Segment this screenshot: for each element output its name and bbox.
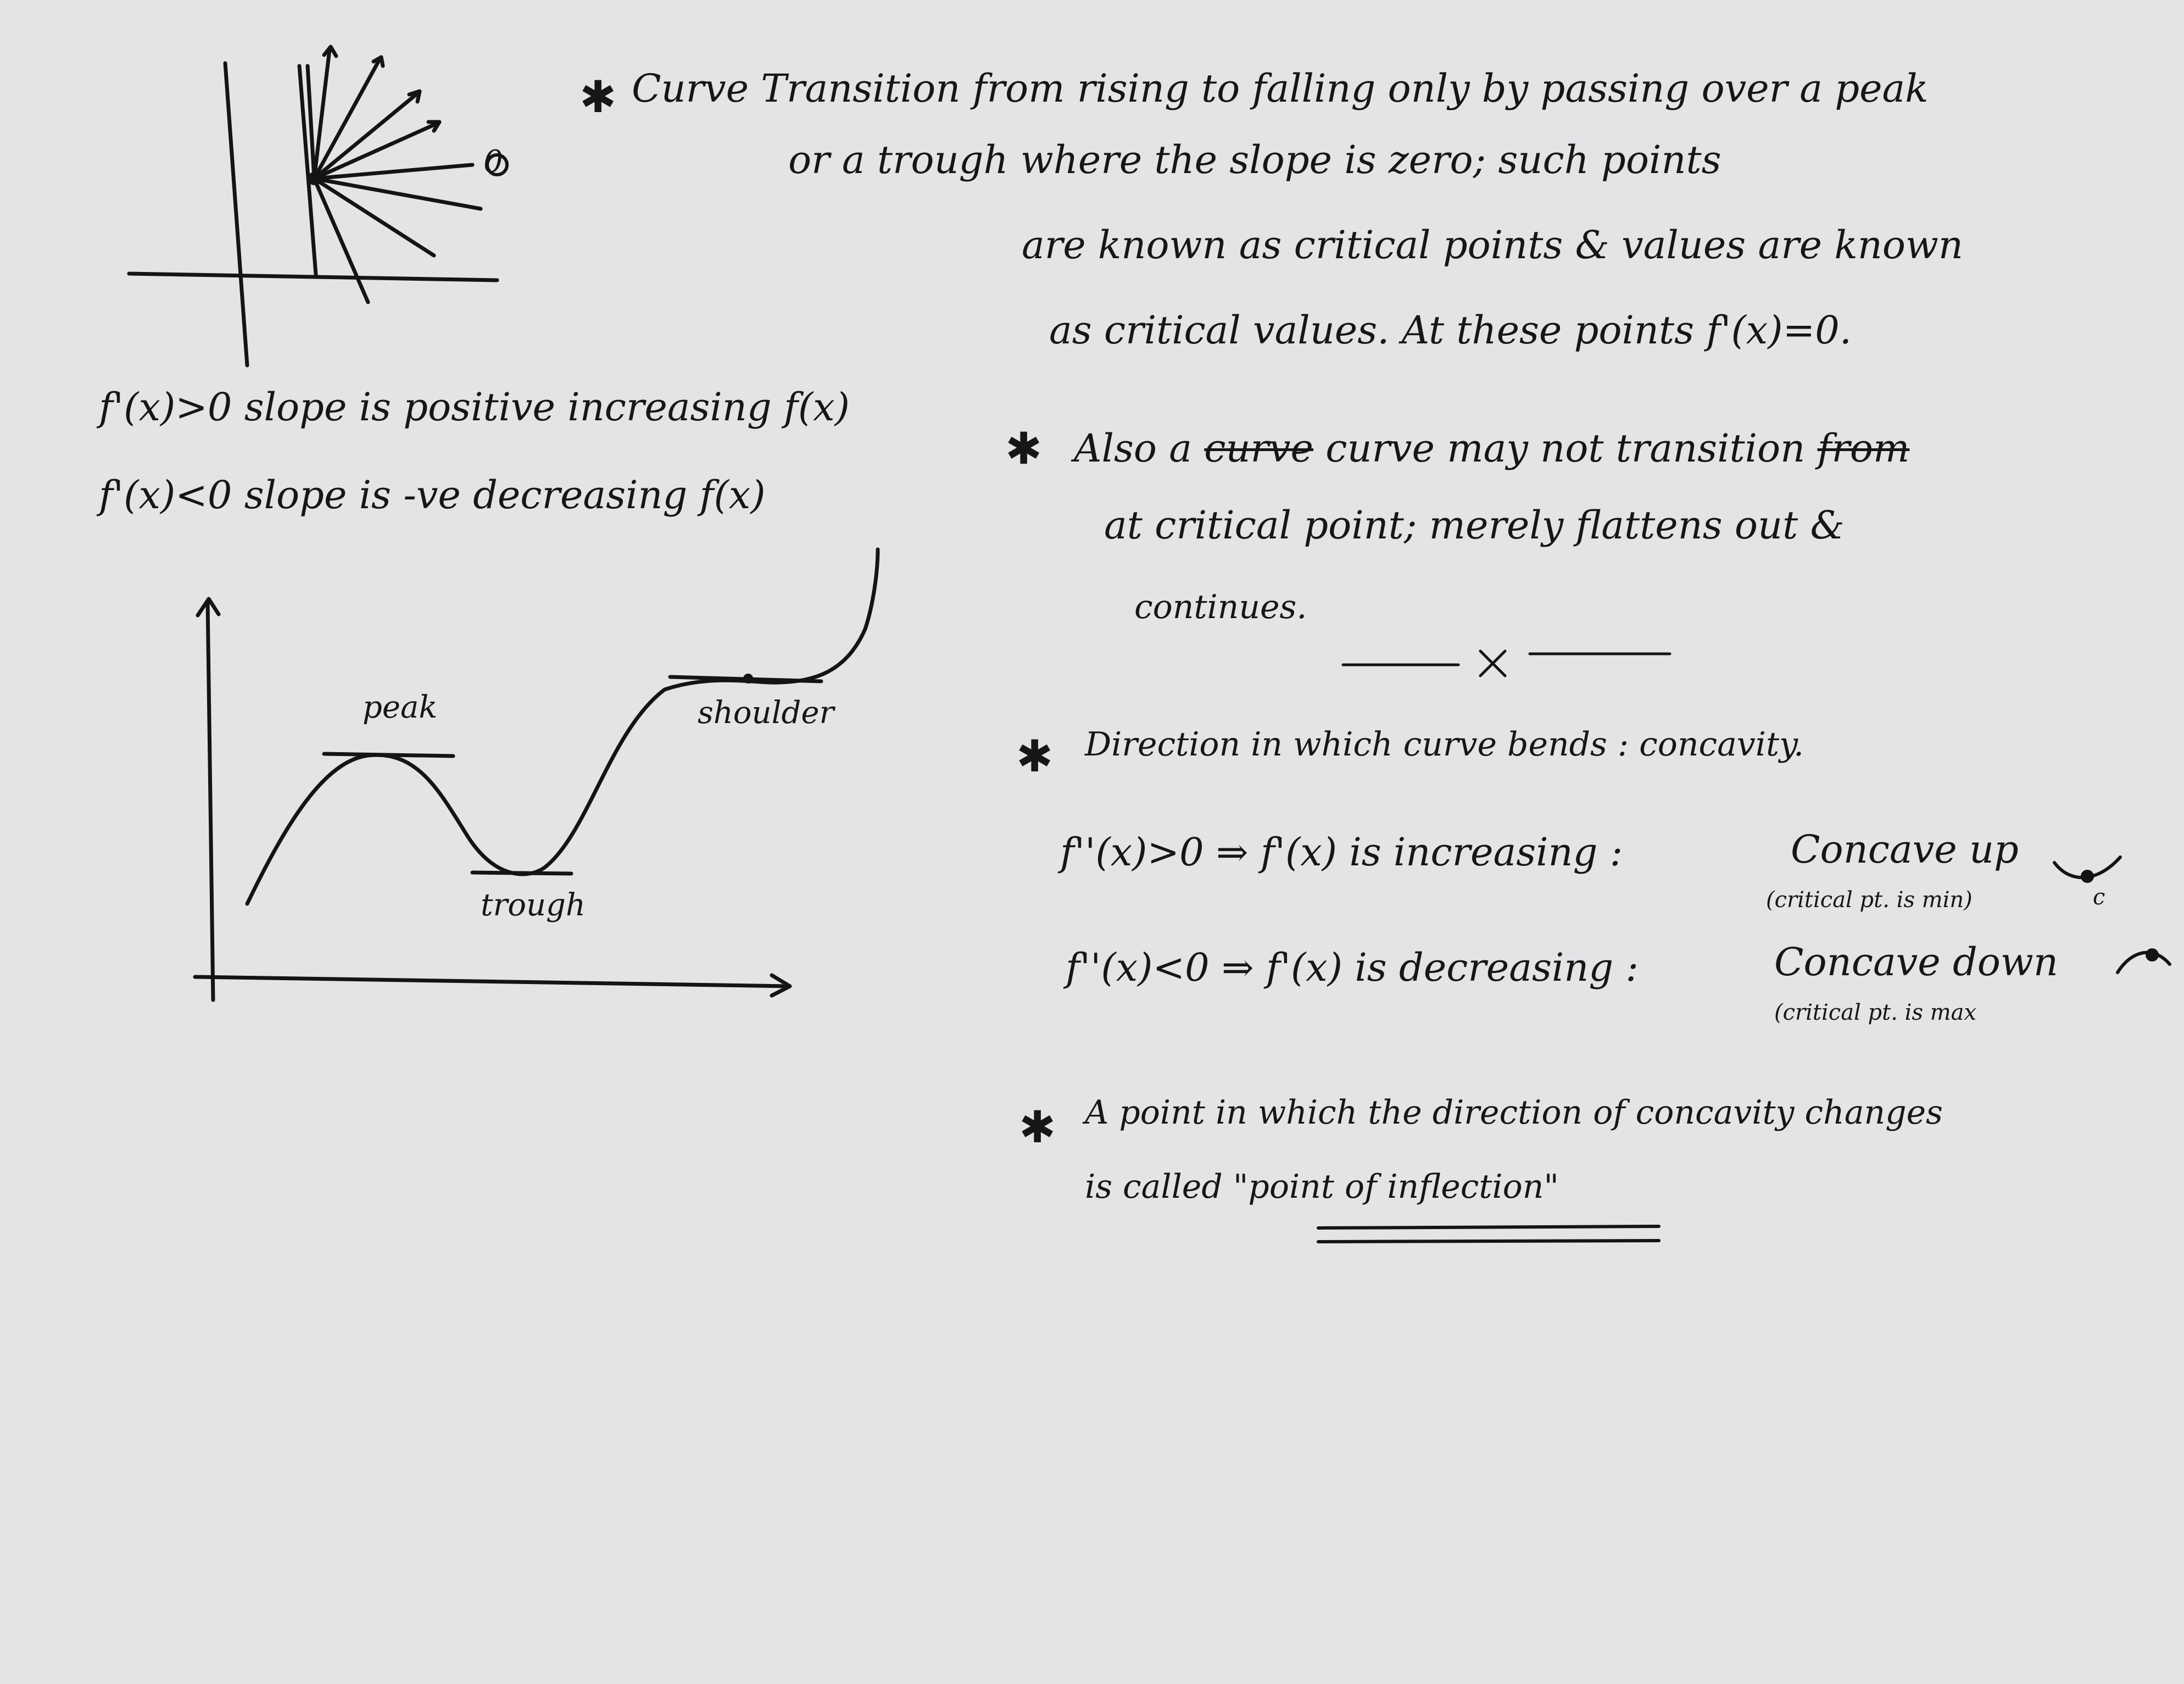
critical-line-1: Curve Transition from rising to falling … xyxy=(632,66,1929,111)
tangent-line xyxy=(312,91,420,181)
flatten-line-1-pre: Also a xyxy=(1074,426,1192,471)
tangent-origin-point xyxy=(308,172,321,185)
flatten-line-3: continues. xyxy=(1134,588,1307,626)
critical-line-4: as critical values. At these points f'(x… xyxy=(1049,308,1852,353)
graph-x-axis xyxy=(193,975,790,988)
notebook-page: 0 f'(x)>0 slope is positive increasing f… xyxy=(0,0,2184,1684)
flatten-line-1-struck-2: from xyxy=(1817,426,1910,471)
tangent-line xyxy=(312,47,332,181)
tangent-line xyxy=(312,58,381,181)
inflection-line-1: A point in which the direction of concav… xyxy=(1085,1093,1943,1132)
point-of-inflection-term: "point of inflection" xyxy=(1233,1168,1559,1206)
bullet-icon: ✱ xyxy=(1019,1102,1056,1153)
concave-down-icon xyxy=(2116,951,2171,974)
inflection-underline-1 xyxy=(1317,1225,1661,1230)
top-sketch-x-axis xyxy=(127,271,499,282)
trough-label: trough xyxy=(481,887,586,923)
inflection-line-2: is called "point of inflection" xyxy=(1085,1168,1559,1206)
graph-y-axis xyxy=(205,599,215,1002)
concave-down-rule: f''(x)<0 ⇒ f'(x) is decreasing : xyxy=(1066,945,1639,990)
critical-line-3: are known as critical points & values ar… xyxy=(1022,223,1963,268)
trough-tangent xyxy=(470,870,573,876)
bullet-icon: ✱ xyxy=(1016,731,1054,782)
critical-line-2: or a trough where the slope is zero; suc… xyxy=(788,137,1721,182)
concave-up-note: (critical pt. is min) xyxy=(1766,887,1973,913)
concavity-line-1: Direction in which curve bends : concavi… xyxy=(1085,725,1804,764)
top-sketch-y-axis xyxy=(223,61,249,368)
inflection-underline-2 xyxy=(1317,1239,1661,1243)
concave-down-result: Concave down xyxy=(1774,940,2058,985)
bullet-icon: ✱ xyxy=(580,71,617,123)
critical-point-c-label: c xyxy=(2093,885,2105,910)
flatten-line-2: at critical point; merely flattens out & xyxy=(1104,503,1845,548)
shoulder-point xyxy=(743,674,753,683)
inflection-line-2-pre: is called xyxy=(1085,1168,1223,1206)
concave-up-rule: f''(x)>0 ⇒ f'(x) is increasing : xyxy=(1060,830,1623,875)
flatten-line-1-mid: curve may not transition xyxy=(1325,426,1806,471)
concave-down-note: (critical pt. is max xyxy=(1774,1000,1977,1025)
flatten-line-1: Also a curve curve may not transition fr… xyxy=(1074,426,1909,471)
peak-tangent xyxy=(322,752,455,758)
concave-down-point xyxy=(2146,948,2159,962)
concave-up-result: Concave up xyxy=(1791,827,2019,872)
bullet-icon: ✱ xyxy=(1005,423,1043,474)
peak-label: peak xyxy=(363,690,438,725)
shoulder-label: shoulder xyxy=(698,695,834,731)
negative-slope-rule: f'(x)<0 slope is -ve decreasing f(x) xyxy=(99,473,766,518)
concave-up-point xyxy=(2081,870,2094,883)
positive-slope-rule: f'(x)>0 slope is positive increasing f(x… xyxy=(99,385,850,430)
zero-slope-label: 0 xyxy=(483,144,503,180)
flatten-line-1-struck: curve xyxy=(1204,426,1313,471)
